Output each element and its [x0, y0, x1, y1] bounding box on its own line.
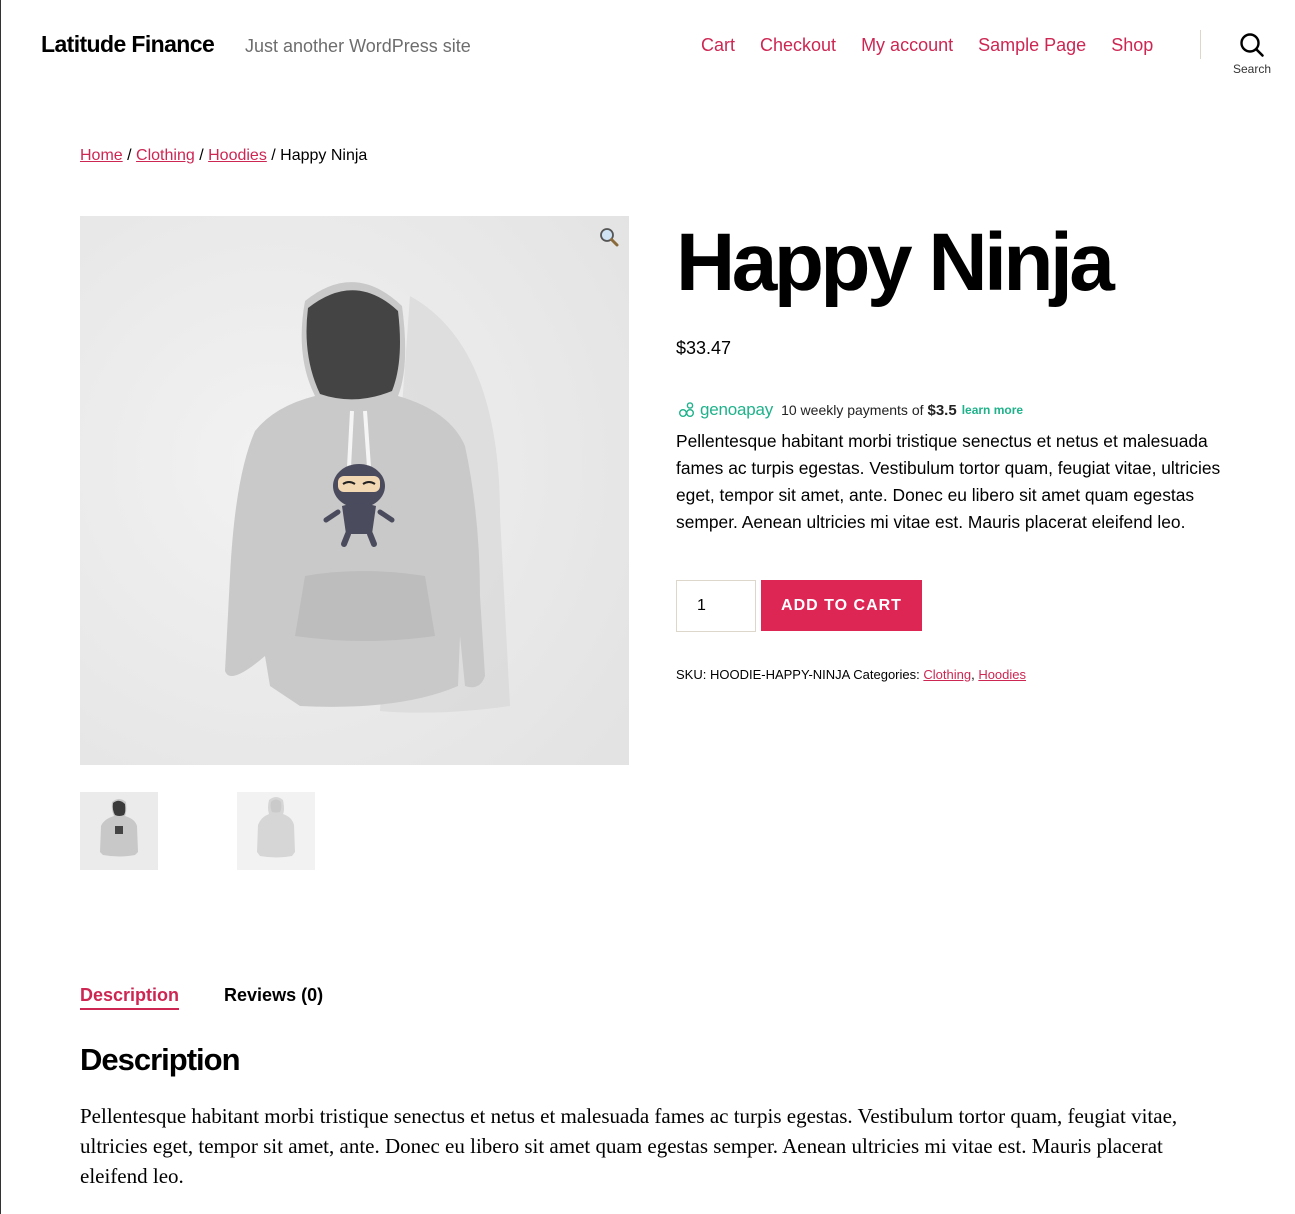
hoodie-image — [80, 216, 629, 765]
product-meta: SKU: HOODIE-HAPPY-NINJA Categories: Clot… — [676, 667, 1027, 682]
genoapay-brand: genoapay — [700, 400, 774, 419]
nav-my-account[interactable]: My account — [861, 35, 953, 56]
breadcrumb-separator: / — [127, 147, 132, 164]
genoapay-logo: genoapay — [678, 400, 773, 420]
nav-divider — [1200, 30, 1201, 59]
search-icon — [1226, 32, 1278, 58]
add-to-cart-button[interactable]: ADD TO CART — [761, 580, 922, 631]
categories-label: Categories: — [853, 667, 920, 682]
genoapay-amount: $3.5 — [927, 401, 957, 419]
genoapay-widget: genoapay 10 weekly payments of $3.5 lear… — [678, 400, 1023, 420]
site-title[interactable]: Latitude Finance — [41, 31, 215, 58]
product-thumbnail[interactable] — [237, 792, 315, 870]
site-description: Just another WordPress site — [245, 36, 471, 56]
nav-checkout[interactable]: Checkout — [760, 35, 836, 56]
primary-nav: Cart Checkout My account Sample Page Sho… — [701, 35, 1178, 56]
nav-sample-page[interactable]: Sample Page — [978, 35, 1086, 56]
hoodie-thumbnail-image — [80, 792, 158, 870]
tab-reviews[interactable]: Reviews (0) — [224, 985, 323, 1010]
genoapay-logo-icon — [679, 402, 694, 417]
genoapay-text: 10 weekly payments of — [781, 402, 924, 418]
sku-value: HOODIE-HAPPY-NINJA — [709, 667, 850, 682]
breadcrumb-clothing[interactable]: Clothing — [136, 147, 195, 164]
breadcrumb-hoodies[interactable]: Hoodies — [208, 147, 267, 164]
search-label: Search — [1232, 62, 1272, 76]
product-price: $33.47 — [676, 338, 732, 358]
description-heading: Description — [80, 1042, 241, 1077]
category-link-clothing[interactable]: Clothing — [923, 667, 971, 682]
search-toggle-button[interactable]: Search — [1226, 30, 1278, 76]
hoodie-back-thumbnail-image — [237, 792, 315, 870]
product-short-description: Pellentesque habitant morbi tristique se… — [676, 431, 1221, 532]
tab-description[interactable]: Description — [80, 985, 180, 1010]
breadcrumb-current: Happy Ninja — [280, 147, 368, 164]
site-header: Latitude Finance Just another WordPress … — [1, 0, 1295, 95]
product-tabs: Description Reviews (0) — [80, 985, 368, 1010]
category-link-hoodies[interactable]: Hoodies — [978, 667, 1026, 682]
nav-shop[interactable]: Shop — [1111, 35, 1153, 56]
breadcrumb-home[interactable]: Home — [80, 147, 123, 164]
product-main-image[interactable] — [80, 216, 629, 765]
genoapay-learn-more-link[interactable]: learn more — [962, 403, 1023, 417]
zoom-icon[interactable] — [598, 226, 620, 248]
description-body: Pellentesque habitant morbi tristique se… — [80, 1104, 1178, 1188]
breadcrumb-separator: / — [271, 147, 276, 164]
breadcrumb: Home / Clothing / Hoodies / Happy Ninja — [80, 147, 367, 165]
nav-cart[interactable]: Cart — [701, 35, 735, 56]
quantity-input[interactable] — [676, 580, 756, 632]
sku-label: SKU: — [676, 667, 707, 682]
breadcrumb-separator: / — [199, 147, 204, 164]
product-thumbnail[interactable] — [80, 792, 158, 870]
product-title: Happy Ninja — [676, 217, 1115, 308]
